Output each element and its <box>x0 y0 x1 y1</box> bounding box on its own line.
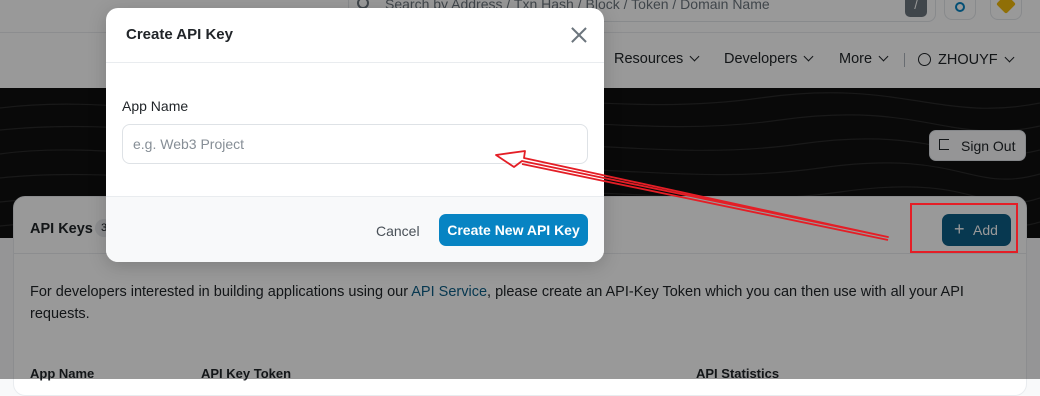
create-new-api-key-button[interactable]: Create New API Key <box>439 214 588 246</box>
app-name-label: App Name <box>122 98 189 114</box>
dialog-footer: Cancel Create New API Key <box>106 196 604 262</box>
annotation-highlight-box <box>910 203 1018 253</box>
create-api-key-dialog: Create API Key App Name Cancel Create Ne… <box>106 8 604 262</box>
app-name-input[interactable] <box>122 124 588 164</box>
dialog-title: Create API Key <box>126 26 233 43</box>
dialog-divider <box>106 62 604 63</box>
close-icon[interactable] <box>568 24 590 46</box>
cancel-button[interactable]: Cancel <box>376 223 420 239</box>
